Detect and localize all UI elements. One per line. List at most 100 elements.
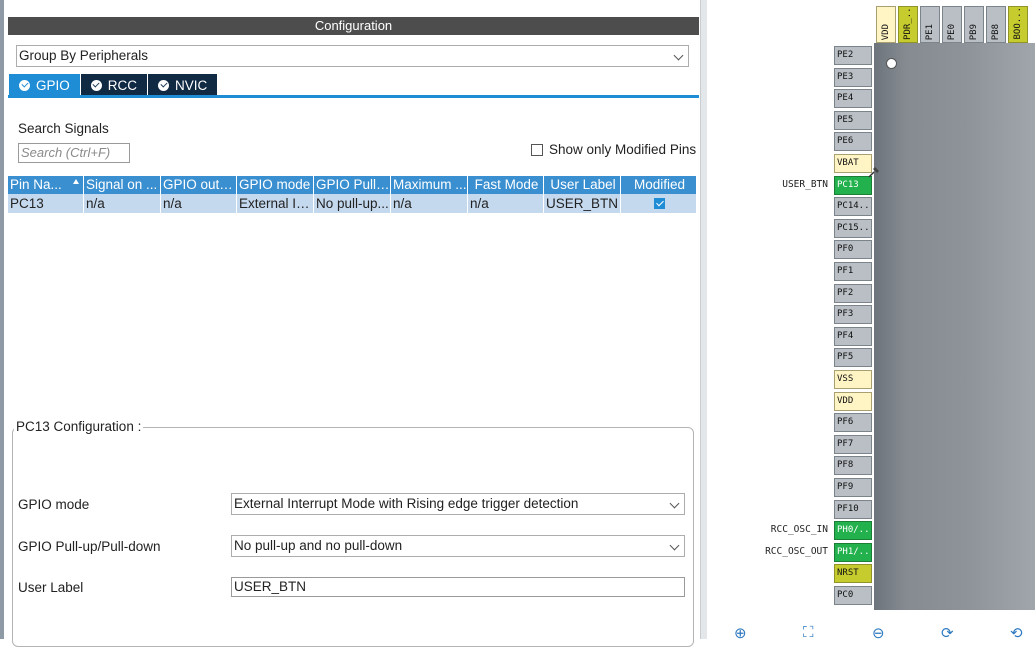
check-circle-icon [158,79,170,91]
tab-nvic[interactable]: NVIC [148,74,218,96]
chip-pin-vbat[interactable]: VBAT [834,154,872,173]
table-cell: No pull-up... [314,194,391,213]
gpio-mode-label: GPIO mode [18,497,90,512]
chip-pin-pe0[interactable]: PE0 [942,6,962,43]
chip-pin-pf2[interactable]: PF2 [834,283,872,303]
chip-pin-vdd[interactable]: VDD [834,391,872,411]
group-by-value: Group By Peripherals [19,48,149,63]
chevron-down-icon [673,50,684,61]
column-header[interactable]: GPIO mode [237,176,314,194]
pin-label: PB9 [969,23,979,40]
chip-pin-vss[interactable]: VSS [834,370,872,389]
tab-gpio-label: GPIO [36,77,70,93]
rotate-left-icon[interactable]: ⟲ [1010,624,1023,642]
checkmark-icon [654,198,665,209]
chip-pin-pe4[interactable]: PE4 [834,89,872,109]
tab-rcc[interactable]: RCC [80,74,148,96]
chip-pin-pf4[interactable]: PF4 [834,326,872,346]
chip-pin-pf7[interactable]: PF7 [834,434,872,454]
pin1-marker [886,58,897,69]
chip-pin-pf9[interactable]: PF9 [834,478,872,497]
table-cell: PC13 [8,194,84,213]
table-header: Pin Na... Signal on ... GPIO outp... GPI… [8,176,696,194]
check-circle-icon [90,79,102,91]
search-signals-label: Search Signals [18,121,109,136]
pin-config-title: PC13 Configuration : [14,419,144,434]
signal-label: RCC_OSC_IN [770,524,828,536]
table-row[interactable]: PC13 n/a n/a External In... No pull-up..… [8,194,696,213]
chip-pin-pe2[interactable]: PE2 [834,46,872,65]
pin-label: PB8 [991,23,1001,40]
table-cell: USER_BTN [544,194,621,213]
signal-label: RCC_OSC_OUT [765,545,828,557]
table-cell: n/a [161,194,237,213]
chip-pin-pf1[interactable]: PF1 [834,262,872,281]
pin-label: PE1 [925,23,935,40]
gpio-mode-value: External Interrupt Mode with Rising edge… [234,496,579,511]
group-by-select[interactable]: Group By Peripherals [16,45,689,67]
show-modified-toggle[interactable]: Show only Modified Pins [531,142,696,157]
chip-pin-pc14[interactable]: PC14.. [834,197,872,217]
modified-cell [621,194,696,213]
tab-underline [8,95,699,98]
signal-label: USER_BTN [782,178,828,190]
column-header[interactable]: GPIO outp... [161,176,237,194]
column-header[interactable]: Pin Na... [8,176,84,194]
rotate-right-icon[interactable]: ⟳ [941,624,954,642]
chip-pin-vdd[interactable]: VDD [876,6,896,43]
chip-pin-pf6[interactable]: PF6 [834,413,872,433]
tab-gpio[interactable]: GPIO [9,74,80,96]
chip-pin-pc13[interactable]: PC13 [834,175,872,195]
chip-pin-pf8[interactable]: PF8 [834,456,872,476]
chip-pin-pe3[interactable]: PE3 [834,67,872,87]
show-modified-label: Show only Modified Pins [549,142,697,157]
chip-pin-pb9[interactable]: PB9 [964,6,984,43]
chip-pin-pc0[interactable]: PC0 [834,586,872,605]
chip-pin-boo[interactable]: BOO... [1008,6,1028,43]
peripheral-tabs: GPIO RCC NVIC [9,74,218,96]
pin-label: PE0 [947,23,957,40]
chip-pin-pf10[interactable]: PF10 [834,499,872,519]
chip-pin-pb8[interactable]: PB8 [986,6,1006,43]
table-cell: External In... [239,194,314,213]
column-header[interactable]: GPIO Pull-... [314,176,391,194]
column-header[interactable]: Fast Mode [468,176,544,194]
table-cell: n/a [468,194,544,213]
chip-pin-pe5[interactable]: PE5 [834,110,872,130]
gpio-pull-select[interactable]: No pull-up and no pull-down [231,535,685,557]
check-circle-icon [19,79,30,91]
chip-pin-pe6[interactable]: PE6 [834,132,872,152]
chip-pin-ph1[interactable]: PH1/.. [834,542,872,562]
chip-pin-pdr[interactable]: PDR_... [898,6,918,43]
show-modified-checkbox[interactable] [531,143,543,156]
left-strip [0,0,4,639]
table-cell: n/a [84,194,161,213]
gpio-mode-select[interactable]: External Interrupt Mode with Rising edge… [231,493,685,515]
column-header[interactable]: User Label [544,176,621,194]
zoom-out-icon[interactable]: ⊖ [872,624,885,642]
zoom-in-icon[interactable]: ⊕ [734,624,747,642]
chip-pin-pc15[interactable]: PC15.. [834,218,872,238]
column-header[interactable]: Modified [621,176,696,194]
configuration-panel: Configuration Group By Peripherals GPIO … [6,0,700,647]
configuration-title: Configuration [8,17,699,35]
gpio-pull-label: GPIO Pull-up/Pull-down [18,539,161,554]
pin-label: BOO... [1013,7,1023,40]
chip-pin-pe1[interactable]: PE1 [920,6,940,43]
chip-pin-pf3[interactable]: PF3 [834,305,872,325]
fit-icon[interactable]: ⛶ [803,624,814,641]
search-input[interactable]: Search (Ctrl+F) [18,143,130,163]
chip-pin-ph0[interactable]: PH0/.. [834,521,872,541]
pin-label: VDD [881,23,891,40]
sort-ascending-icon [73,179,79,184]
table-cell: n/a [391,194,468,213]
chip-body [874,43,1035,610]
column-header[interactable]: Signal on ... [84,176,161,194]
chip-pin-pf5[interactable]: PF5 [834,348,872,368]
column-header[interactable]: Maximum ... [391,176,468,194]
tab-nvic-label: NVIC [175,77,208,93]
user-label-input[interactable]: USER_BTN [231,577,685,597]
chip-pin-nrst[interactable]: NRST [834,564,872,584]
chip-pin-pf0[interactable]: PF0 [834,240,872,260]
panel-splitter[interactable] [700,0,707,639]
